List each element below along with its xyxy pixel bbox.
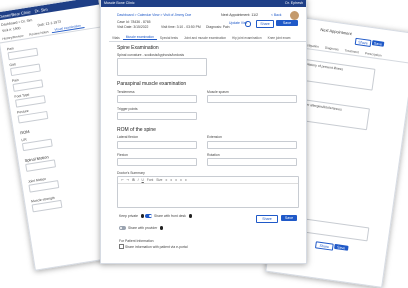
- list-icon[interactable]: ≡: [180, 178, 182, 182]
- tab-special-tests[interactable]: Special tests: [157, 36, 181, 40]
- left-app-title: Owner/Bear Clinic: [0, 8, 31, 19]
- center-app-title: Muscle Bone Clinic: [104, 1, 135, 5]
- lateral-flexion-label: Lateral flexion: [117, 135, 139, 139]
- right-top-share-button[interactable]: Share: [354, 37, 372, 47]
- trigger-points-field[interactable]: [117, 112, 197, 120]
- size-select[interactable]: Size: [156, 178, 162, 182]
- right-header: Next Appointment: [320, 26, 353, 37]
- doctor-summary-editor[interactable]: ↶ ↷ B I U Font Size ≡ ≡ ≡ ≡ ≡: [117, 176, 299, 208]
- bold-icon[interactable]: B: [132, 178, 134, 182]
- tab-joint-muscle[interactable]: Joint and muscle examination: [181, 36, 229, 40]
- extension-field[interactable]: [207, 141, 297, 149]
- patient-share-checkbox[interactable]: [119, 244, 124, 249]
- muscle-spasm-label: Muscle spasm: [207, 90, 229, 94]
- center-visit-date: Visit Date: 3/15/2022: [117, 25, 149, 29]
- left-tab-visual[interactable]: Visual examination: [51, 23, 85, 34]
- left-app-header: Owner/Bear Clinic Dr. Sim: [0, 0, 100, 21]
- rotation-label: Rotation: [207, 153, 220, 157]
- summary-save-button[interactable]: Save: [281, 215, 297, 221]
- right-hpi-field[interactable]: History of present illness: [301, 58, 376, 91]
- patient-share-label: Share information with patient via e-por…: [125, 244, 188, 249]
- paraspinal-title: Paraspinal muscle examination: [117, 81, 187, 87]
- muscle-spasm-field[interactable]: [207, 95, 297, 103]
- tab-vitals[interactable]: Vitals: [109, 36, 123, 40]
- keep-private-row: Keep private: [119, 214, 145, 218]
- share-front-desk-toggle[interactable]: [145, 214, 152, 218]
- tab-knee-joint[interactable]: Knee joint exam: [265, 36, 294, 40]
- lateral-flexion-field[interactable]: [117, 141, 197, 149]
- underline-icon[interactable]: U: [142, 178, 144, 182]
- center-case-id: Case Id: 78436 - 8765: [117, 20, 151, 24]
- keep-private-label: Keep private: [119, 214, 139, 218]
- share-front-desk-row: Share with front desk: [145, 214, 193, 218]
- flexion-label: Flexion: [117, 153, 128, 157]
- front-desk-info-icon[interactable]: [188, 214, 193, 218]
- right-share-button[interactable]: Share: [314, 241, 334, 251]
- align-left-icon[interactable]: ≡: [165, 178, 167, 182]
- align-right-icon[interactable]: ≡: [175, 178, 177, 182]
- right-tab-diagnosis[interactable]: Diagnosis: [322, 45, 342, 52]
- center-visit-time: Visit time: 3:10 - 03:50 PM: [161, 25, 201, 29]
- center-tab-bar: Vitals Muscle examination Special tests …: [109, 34, 306, 42]
- tenderness-field[interactable]: [117, 95, 197, 103]
- right-hpi-label: History of present illness: [306, 62, 344, 72]
- flexion-field[interactable]: [117, 158, 197, 166]
- summary-share-button[interactable]: Share: [256, 215, 278, 223]
- center-window: Muscle Bone Clinic Dr. Ephesh Dashboard …: [100, 0, 307, 264]
- tab-hip-joint[interactable]: Hip joint examination: [229, 36, 265, 40]
- left-patient: Dr. Sim: [34, 6, 48, 14]
- tab-muscle-examination[interactable]: Muscle examination: [122, 35, 157, 40]
- share-provider-row: Share with provider: [119, 226, 164, 230]
- redo-icon[interactable]: ↷: [127, 178, 130, 182]
- provider-info-icon[interactable]: [160, 226, 164, 230]
- share-provider-label: Share with provider: [128, 226, 158, 230]
- right-tab-treatment[interactable]: Treatment: [342, 48, 363, 55]
- editor-toolbar: ↶ ↷ B I U Font Size ≡ ≡ ≡ ≡ ≡: [118, 177, 298, 184]
- share-front-desk-label: Share with front desk: [154, 214, 186, 218]
- right-top-save-button[interactable]: Save: [371, 40, 385, 47]
- left-rom-title: ROM: [19, 128, 30, 136]
- left-tab-history[interactable]: History/Review: [0, 33, 27, 41]
- doctor-summary-label: Doctor's Summary: [117, 171, 145, 175]
- patient-share-row: Share information with patient via e-por…: [119, 244, 188, 249]
- font-select[interactable]: Font: [147, 178, 153, 182]
- indent-icon[interactable]: ≡: [185, 178, 187, 182]
- center-visit-title: Next Appointment: 11/2: [221, 13, 259, 17]
- patient-info-label: For Patient Information: [119, 239, 154, 243]
- extension-label: Extension: [207, 135, 222, 139]
- undo-icon[interactable]: ↶: [121, 178, 124, 182]
- left-tab-review[interactable]: Review Notes: [26, 29, 52, 37]
- tenderness-label: Tenderness: [117, 90, 135, 94]
- share-provider-toggle[interactable]: [119, 226, 126, 230]
- rotation-field[interactable]: [207, 158, 297, 166]
- right-save-button[interactable]: Save: [334, 243, 349, 251]
- spine-exam-title: Spine Examination: [117, 45, 159, 51]
- center-back-link[interactable]: < Back: [271, 13, 281, 17]
- center-diagnosis: Diagnosis: Pain: [206, 25, 230, 29]
- align-center-icon[interactable]: ≡: [170, 178, 172, 182]
- info-icon[interactable]: [245, 21, 251, 27]
- center-user[interactable]: Dr. Ephesh: [285, 1, 303, 5]
- right-tab-prescription[interactable]: Prescription: [362, 50, 385, 57]
- spinal-curvature-label: Spinal curvature - scoliosis/kyphosis/lo…: [117, 53, 185, 57]
- rom-spine-title: ROM of the spine: [117, 127, 156, 133]
- keep-private-info-icon[interactable]: [141, 214, 145, 218]
- italic-icon[interactable]: I: [138, 178, 139, 182]
- center-app-header: Muscle Bone Clinic Dr. Ephesh: [101, 0, 306, 7]
- center-share-button[interactable]: Share: [256, 20, 274, 28]
- center-save-button[interactable]: Save: [276, 20, 298, 26]
- center-breadcrumb[interactable]: Dashboard > Calendar View > Visit of Jim…: [117, 13, 191, 17]
- trigger-points-label: Trigger points: [117, 107, 138, 111]
- spinal-curvature-field[interactable]: [117, 58, 207, 76]
